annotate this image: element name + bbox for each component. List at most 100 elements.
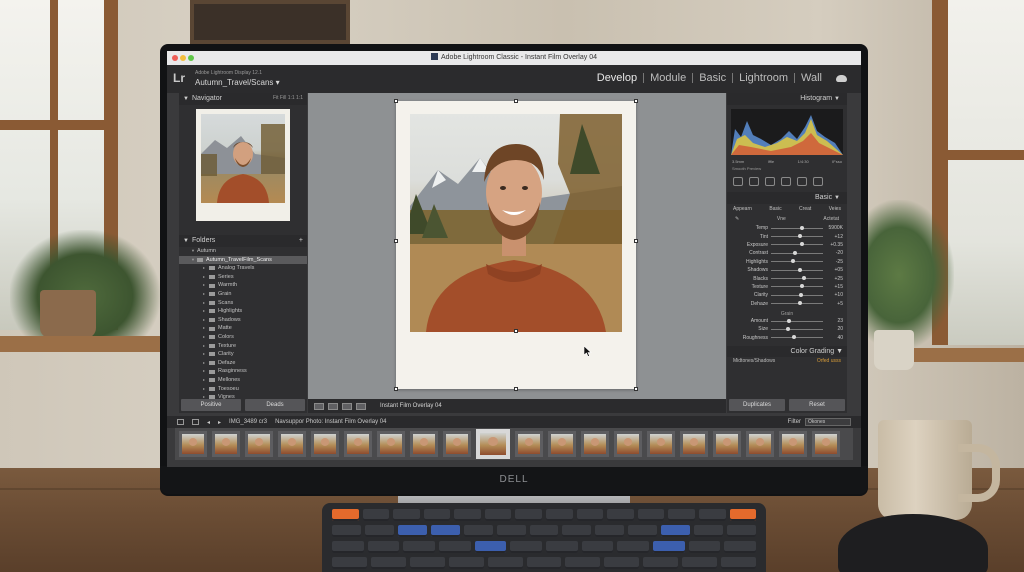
crop-handle-bottom-right[interactable] (634, 387, 638, 391)
slider-value[interactable]: +5 (823, 301, 843, 307)
slider-value[interactable]: 23 (823, 318, 843, 324)
loupe-view[interactable] (308, 93, 726, 399)
filmstrip-thumbnail[interactable] (344, 431, 372, 457)
color-grading-header[interactable]: Color Grading ▼ (727, 346, 847, 358)
add-folder-icon[interactable]: + (299, 237, 303, 245)
module-basic[interactable]: Basic (699, 72, 726, 84)
slider-value[interactable]: +0.35 (823, 242, 843, 248)
crop-handle-inner-bottom[interactable] (514, 329, 518, 333)
folder-item[interactable]: ▸ Matte (179, 324, 307, 333)
folder-item[interactable]: ▸ Mellones (179, 376, 307, 385)
cloud-sync-icon[interactable] (836, 74, 847, 82)
folder-item[interactable]: ▸ Warmth (179, 281, 307, 290)
slider-knob[interactable] (786, 318, 791, 323)
slider-track[interactable] (771, 259, 823, 264)
grid-view-icon[interactable] (177, 419, 184, 425)
slider-knob[interactable] (800, 284, 805, 289)
crop-handle-left[interactable] (394, 239, 398, 243)
slider-value[interactable]: -25 (823, 259, 843, 265)
color-grading-mode[interactable]: Midtones/Shadows (733, 358, 775, 364)
folder-item[interactable]: ▸ Rasginness (179, 367, 307, 376)
folder-item[interactable]: ▸ Toesoeu (179, 385, 307, 394)
slider-track[interactable] (771, 335, 823, 340)
slider-track[interactable] (771, 250, 823, 255)
folder-selected[interactable]: ▼ Autumn_TravelFilm_Scans (179, 255, 307, 265)
navigator-preview[interactable] (196, 109, 290, 221)
filmstrip-thumbnail[interactable] (179, 431, 207, 457)
slider-knob[interactable] (792, 250, 797, 255)
reset-button[interactable]: Reset (789, 399, 845, 411)
filmstrip-thumbnail[interactable] (515, 431, 543, 457)
folder-item[interactable]: ▸ Colors (179, 333, 307, 342)
slider-track[interactable] (771, 292, 823, 297)
crop-handle-bottom[interactable] (514, 387, 518, 391)
crop-handle-right[interactable] (634, 239, 638, 243)
masking-icon[interactable] (781, 177, 791, 186)
crop-handle-bottom-left[interactable] (394, 387, 398, 391)
wb-preset-selector[interactable]: Actetat (823, 216, 839, 222)
zoom-1to1[interactable]: 1:1 (288, 95, 295, 101)
zoom-fill[interactable]: Fill (280, 95, 286, 101)
filmstrip-thumbnail[interactable] (548, 431, 576, 457)
folder-item[interactable]: ▸ Scans (179, 299, 307, 308)
slider-track[interactable] (771, 234, 823, 239)
filmstrip-thumbnail[interactable] (647, 431, 675, 457)
slider-value[interactable]: 20 (823, 326, 843, 332)
navigator-header[interactable]: ▼ Navigator Fit Fill 1:1 1:1 (179, 93, 307, 105)
zoom-fit[interactable]: Fit (273, 95, 279, 101)
slider-value[interactable]: +10 (823, 292, 843, 298)
filter-dropdown[interactable]: Okones (805, 418, 851, 426)
filmstrip-thumbnail[interactable] (278, 431, 306, 457)
filmstrip-thumbnail[interactable] (377, 431, 405, 457)
module-lightroom[interactable]: Lightroom (739, 72, 788, 84)
zoom-custom[interactable]: 1:1 (296, 95, 303, 101)
folder-root[interactable]: ▼ Autumn (179, 247, 307, 256)
filmstrip-thumbnail[interactable] (713, 431, 741, 457)
filmstrip-thumbnail[interactable] (779, 431, 807, 457)
filmstrip-thumbnail[interactable] (443, 431, 471, 457)
tab-views[interactable]: Veies (827, 206, 843, 212)
filmstrip-thumbnail[interactable] (476, 429, 510, 459)
duplicates-button[interactable]: Duplicates (729, 399, 785, 411)
crop-handle-top-left[interactable] (394, 99, 398, 103)
crop-handle-top[interactable] (514, 99, 518, 103)
filmstrip-thumbnail[interactable] (812, 431, 840, 457)
eyedropper-icon[interactable]: ✎ (735, 216, 739, 222)
slider-value[interactable]: +15 (823, 284, 843, 290)
folder-item[interactable]: ▸ Highlights (179, 307, 307, 316)
folder-item[interactable]: ▸ Clarity (179, 350, 307, 359)
slider-track[interactable] (771, 225, 823, 230)
filmstrip-thumbnail[interactable] (410, 431, 438, 457)
filmstrip-thumbnail[interactable] (614, 431, 642, 457)
slider-track[interactable] (771, 318, 823, 323)
module-wall[interactable]: Wall (801, 72, 822, 84)
crop-handle-top-right[interactable] (634, 99, 638, 103)
histogram-header[interactable]: Histogram ▼ (727, 93, 847, 105)
slider-value[interactable]: +05 (823, 267, 843, 273)
loupe-view-button[interactable] (314, 402, 324, 410)
slider-value[interactable]: +12 (823, 234, 843, 240)
tab-appearance[interactable]: Appearn (731, 206, 754, 212)
slider-track[interactable] (771, 267, 823, 272)
secondary-display-icon[interactable] (192, 419, 199, 425)
slider-track[interactable] (771, 284, 823, 289)
brush-icon[interactable] (813, 177, 823, 186)
next-arrow-icon[interactable]: ▸ (218, 419, 221, 426)
tab-creative[interactable]: Creat (797, 206, 813, 212)
slider-knob[interactable] (799, 292, 804, 297)
filmstrip-thumbnail[interactable] (746, 431, 774, 457)
folder-item[interactable]: ▸ Analog Travels (179, 264, 307, 273)
folder-item[interactable]: ▸ Defaze (179, 359, 307, 368)
slider-knob[interactable] (790, 259, 795, 264)
folder-item[interactable]: ▸ Shadows (179, 316, 307, 325)
filmstrip-thumbnail[interactable] (212, 431, 240, 457)
crop-tool-icon[interactable] (733, 177, 743, 186)
slider-value[interactable]: +25 (823, 276, 843, 282)
positive-button[interactable]: Positive (181, 399, 241, 411)
slider-value[interactable]: 5900K (823, 225, 843, 231)
folder-item[interactable]: ▸ Texture (179, 342, 307, 351)
slider-track[interactable] (771, 276, 823, 281)
slider-knob[interactable] (802, 276, 807, 281)
catalog-selector[interactable]: Autumn_Travel/Scans ▾ (195, 78, 280, 87)
folder-item[interactable]: ▸ Grain (179, 290, 307, 299)
